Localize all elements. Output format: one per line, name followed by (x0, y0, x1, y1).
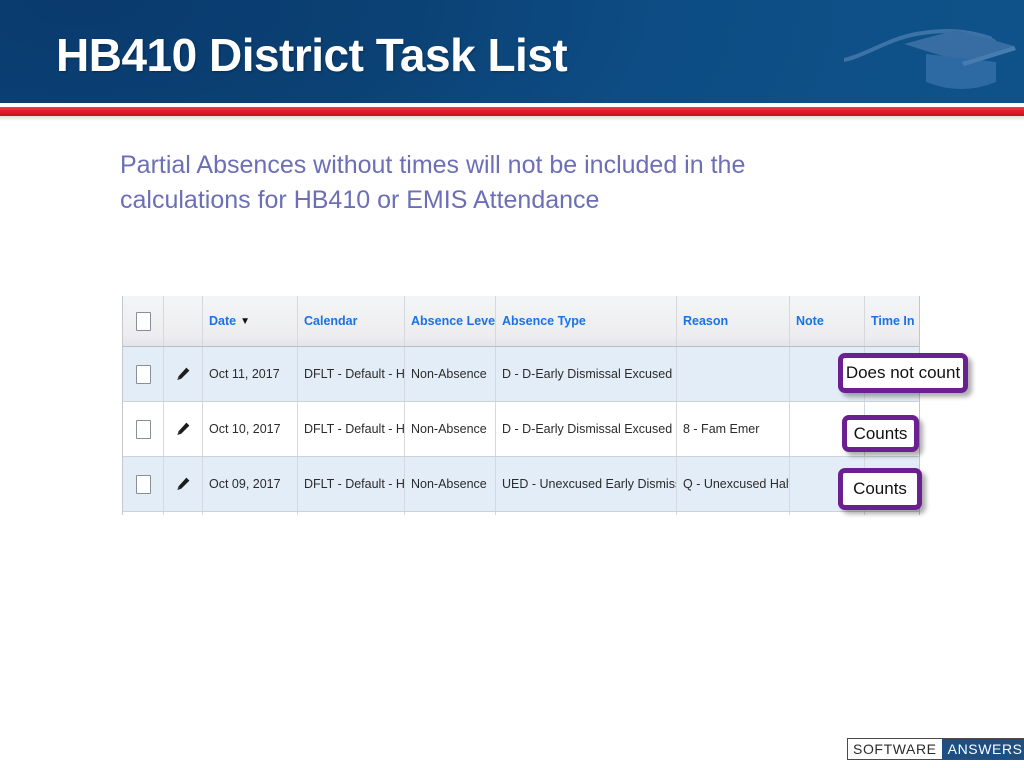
table-header: Date ▼ Calendar Absence Level Absence Typ… (123, 296, 919, 347)
pencil-edit-icon[interactable] (175, 366, 191, 382)
row-select-cell[interactable] (123, 401, 164, 457)
cell-absence-level: Non-Absence (404, 456, 496, 512)
partial-cell (202, 511, 298, 515)
divider-red (0, 107, 1024, 116)
partial-cell (404, 511, 496, 515)
cell-absence-type: D - D-Early Dismissal Excused (495, 401, 677, 457)
partial-cell (495, 511, 677, 515)
table-body: Oct 11, 2017 DFLT - Default - HS Non-Abs… (123, 346, 919, 515)
cell-calendar: DFLT - Default - HS (297, 346, 405, 402)
cell-calendar: DFLT - Default - HS (297, 401, 405, 457)
cell-date: Oct 10, 2017 (202, 401, 298, 457)
absence-grid: Date ▼ Calendar Absence Level Absence Typ… (122, 296, 920, 515)
page-title: HB410 District Task List (56, 29, 568, 81)
column-header-date[interactable]: Date ▼ (202, 296, 298, 347)
cell-calendar: DFLT - Default - HS (297, 456, 405, 512)
cell-date: Oct 09, 2017 (202, 456, 298, 512)
row-checkbox[interactable] (135, 474, 151, 494)
column-header-edit (163, 296, 203, 347)
row-select-cell[interactable] (123, 456, 164, 512)
row-select-cell[interactable] (123, 346, 164, 402)
column-header-select[interactable] (123, 296, 164, 347)
partial-cell (297, 511, 405, 515)
column-header-date-label: Date (209, 314, 237, 328)
slide-header-banner: HB410 District Task List (0, 0, 1024, 103)
table-row-partial (123, 511, 919, 515)
absence-table: Date ▼ Calendar Absence Level Absence Typ… (123, 296, 919, 515)
cell-reason: Q - Unexcused Half (676, 456, 790, 512)
row-edit-cell[interactable] (163, 401, 203, 457)
row-checkbox[interactable] (135, 364, 151, 384)
table-row[interactable]: Oct 11, 2017 DFLT - Default - HS Non-Abs… (123, 346, 919, 402)
logo-software-text: SOFTWARE (848, 739, 942, 759)
cell-absence-type: D - D-Early Dismissal Excused (495, 346, 677, 402)
slide-body-text: Partial Absences without times will not … (120, 151, 746, 214)
table-row[interactable]: Oct 10, 2017 DFLT - Default - HS Non-Abs… (123, 401, 919, 457)
software-answers-logo: SOFTWARE ANSWERS (847, 738, 1024, 760)
column-header-absence-level[interactable]: Absence Level (404, 296, 496, 347)
partial-cell (123, 511, 164, 515)
cell-absence-level: Non-Absence (404, 346, 496, 402)
callout-does-not-count: Does not count (838, 353, 968, 393)
row-checkbox[interactable] (135, 419, 151, 439)
select-all-checkbox[interactable] (135, 311, 151, 331)
column-header-reason[interactable]: Reason (676, 296, 790, 347)
partial-cell (676, 511, 790, 515)
cell-date: Oct 11, 2017 (202, 346, 298, 402)
callout-counts-row3: Counts (838, 468, 922, 510)
graduation-cap-icon (844, 28, 1016, 89)
row-edit-cell[interactable] (163, 346, 203, 402)
cell-absence-type: UED - Unexcused Early Dismissal (495, 456, 677, 512)
pencil-edit-icon[interactable] (175, 421, 191, 437)
divider-shadow (0, 116, 1024, 121)
table-row[interactable]: Oct 09, 2017 DFLT - Default - HS Non-Abs… (123, 456, 919, 512)
partial-cell (864, 511, 919, 515)
partial-cell (789, 511, 865, 515)
cell-reason (676, 346, 790, 402)
table-header-row: Date ▼ Calendar Absence Level Absence Typ… (123, 296, 919, 347)
logo-answers-text: ANSWERS (941, 739, 1024, 759)
pencil-edit-icon[interactable] (175, 476, 191, 492)
row-edit-cell[interactable] (163, 456, 203, 512)
sort-descending-icon[interactable]: ▼ (240, 316, 250, 327)
column-header-note[interactable]: Note (789, 296, 865, 347)
partial-cell (163, 511, 203, 515)
cell-reason: 8 - Fam Emer (676, 401, 790, 457)
callout-counts-row2: Counts (842, 415, 919, 452)
column-header-time-in[interactable]: Time In (864, 296, 919, 347)
column-header-calendar[interactable]: Calendar (297, 296, 405, 347)
cell-absence-level: Non-Absence (404, 401, 496, 457)
column-header-absence-type[interactable]: Absence Type (495, 296, 677, 347)
